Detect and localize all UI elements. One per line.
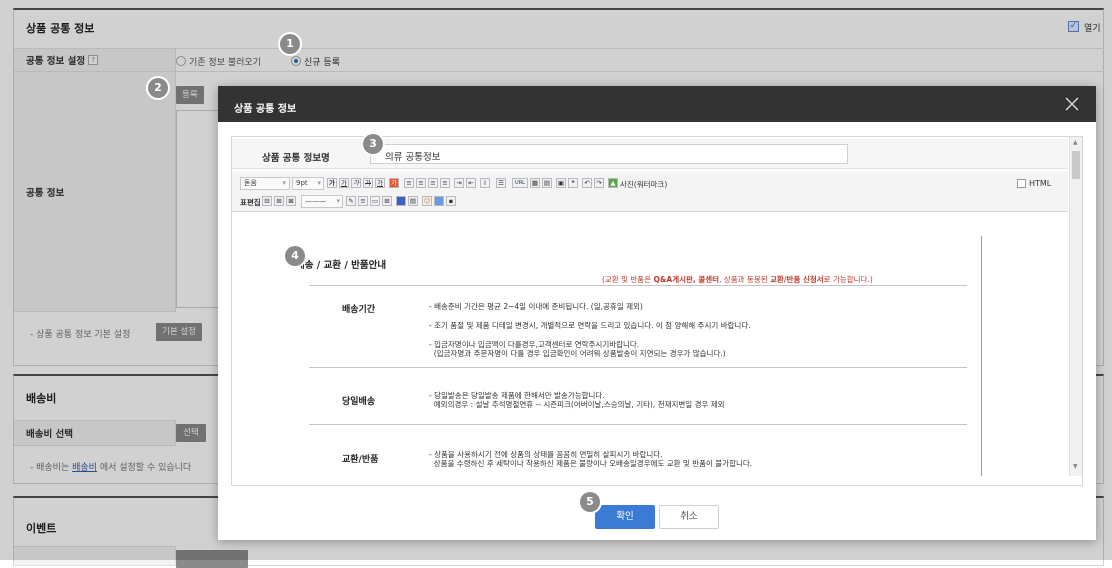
step-marker-4: 4 [285,246,305,266]
table-delete-icon[interactable]: ⊠ [286,196,296,206]
undo-icon[interactable]: ↶ [582,178,592,188]
outdent-icon[interactable]: ⇤ [466,178,476,188]
save-icon[interactable]: ▪ [446,196,456,206]
html-label: HTML [1029,179,1052,188]
table-icon[interactable]: ▦ [530,178,540,188]
border-style-select[interactable]: ——— ▾ [301,195,343,208]
html-checkbox[interactable] [1017,179,1026,188]
return-line-1: - 상품을 사용하시기 전에 상품의 상태를 꼼꼼히 면밀히 살피시기 바랍니다… [429,450,753,468]
scroll-up-arrow[interactable]: ▲ [1073,139,1078,146]
note-post: 로 가능합니다.) [823,275,873,284]
common-info-modal: 상품 공통 정보 ▲ ▼ 상품 공통 정보명 의류 공통정보 돋움 ▾ 9pt ▾ … [218,86,1096,540]
content-divider-2 [309,424,967,425]
align-justify-icon[interactable]: ≡ [440,178,450,188]
note-pre: (교환 및 반품은 [602,275,654,284]
table-insert-row-icon[interactable]: ⊟ [262,196,272,206]
content-divider-top [309,285,967,286]
step-marker-5: 5 [580,492,600,512]
scroll-thumb[interactable] [1072,151,1080,179]
align-left-icon[interactable]: ≡ [404,178,414,188]
align-right-icon[interactable]: ≡ [428,178,438,188]
cancel-button[interactable]: 취소 [659,505,719,529]
note-bold-1: Q&A게시판, 콜센터 [653,275,720,284]
photo-icon[interactable]: ▲ [608,178,618,188]
picture-icon[interactable] [434,196,444,206]
table-insert-col-icon[interactable]: ⊞ [274,196,284,206]
url-icon[interactable]: URL [512,178,528,188]
bold-icon[interactable]: 가 [327,178,337,188]
name-input[interactable]: 의류 공통정보 [370,144,848,164]
sameday-line-1: - 당일발송은 당일발송 제품에 한해서만 발송가능합니다. 예외의경우 : 설… [429,391,725,409]
row-label-return: 교환/반품 [342,455,379,465]
list-icon[interactable]: ☰ [496,178,506,188]
row-label-sameday: 당일배송 [342,397,376,407]
size-select[interactable]: 9pt ▾ [292,177,324,190]
size-select-value: 9pt [296,179,308,187]
confirm-button[interactable]: 확인 [595,505,655,529]
content-heading: 배송 / 교환 / 반품안내 [296,260,387,271]
table-edit-label: 표편집 [240,198,261,207]
font-select[interactable]: 돋움 ▾ [240,177,290,190]
modal-title: 상품 공통 정보 [234,104,297,115]
image-icon[interactable]: ▣ [556,178,566,188]
return-note: (교환 및 반품은 Q&A게시판, 콜센터, 상품과 동봉된 교환/반품 신청서… [602,274,873,285]
content-divider-1 [309,367,967,368]
line-height-icon[interactable]: I [480,178,490,188]
scroll-down-arrow[interactable]: ▼ [1073,463,1078,470]
font-select-value: 돋움 [244,179,257,187]
hr-icon[interactable]: ▤ [542,178,552,188]
quote-icon[interactable]: ❝ [568,178,578,188]
delivery-line-1: - 배송준비 기간은 평균 2~4일 이내에 준비됩니다. (일,공휴일 제외) [429,302,643,311]
photo-label[interactable]: 사진(워터마크) [620,179,667,190]
cell-bg-icon[interactable] [396,196,406,206]
underline-icon[interactable]: 가 [339,178,349,188]
delivery-line-2: - 조기 품절 및 제품 디테일 변경시, 개별적으로 연락을 드리고 있습니다… [429,321,751,330]
cell-border-icon[interactable]: ▤ [408,196,418,206]
name-input-value: 의류 공통정보 [385,152,441,163]
note-bold-2: 교환/반품 신청서 [770,275,824,284]
cell-split-icon[interactable]: ⊞ [382,196,392,206]
modal-scrollbar[interactable]: ▲ ▼ [1069,137,1082,476]
italic-icon[interactable]: 가 [351,178,361,188]
editor-content[interactable]: 배송 / 교환 / 반품안내 (교환 및 반품은 Q&A게시판, 콜센터, 상품… [232,214,1068,476]
font-color-icon[interactable]: 가 [375,178,385,188]
bg-color-icon[interactable]: 가 [389,178,399,188]
step-marker-3: 3 [363,134,383,154]
close-icon[interactable] [1064,96,1080,112]
modal-header: 상품 공통 정보 [218,86,1096,122]
note-mid: , 상품과 동봉된 [719,275,771,284]
step-marker-2: 2 [148,78,168,98]
step-marker-1: 1 [280,34,300,54]
redo-icon[interactable]: ↷ [594,178,604,188]
delivery-line-3: - 입금자명이나 입금액이 다를경우,고객센터로 연락주시기바랍니다. (입금자… [429,340,726,358]
name-label: 상품 공통 정보명 [262,153,330,164]
align-center-icon[interactable]: ≡ [416,178,426,188]
cell-merge-icon[interactable]: ▭ [370,196,380,206]
border-color-icon[interactable]: ✎ [346,196,356,206]
row-label-delivery: 배송기간 [342,305,376,315]
cell-align-icon[interactable]: ≡ [358,196,368,206]
strike-icon[interactable]: 가 [363,178,373,188]
emoticon-icon[interactable]: ☺ [422,196,432,206]
indent-icon[interactable]: ⇥ [454,178,464,188]
